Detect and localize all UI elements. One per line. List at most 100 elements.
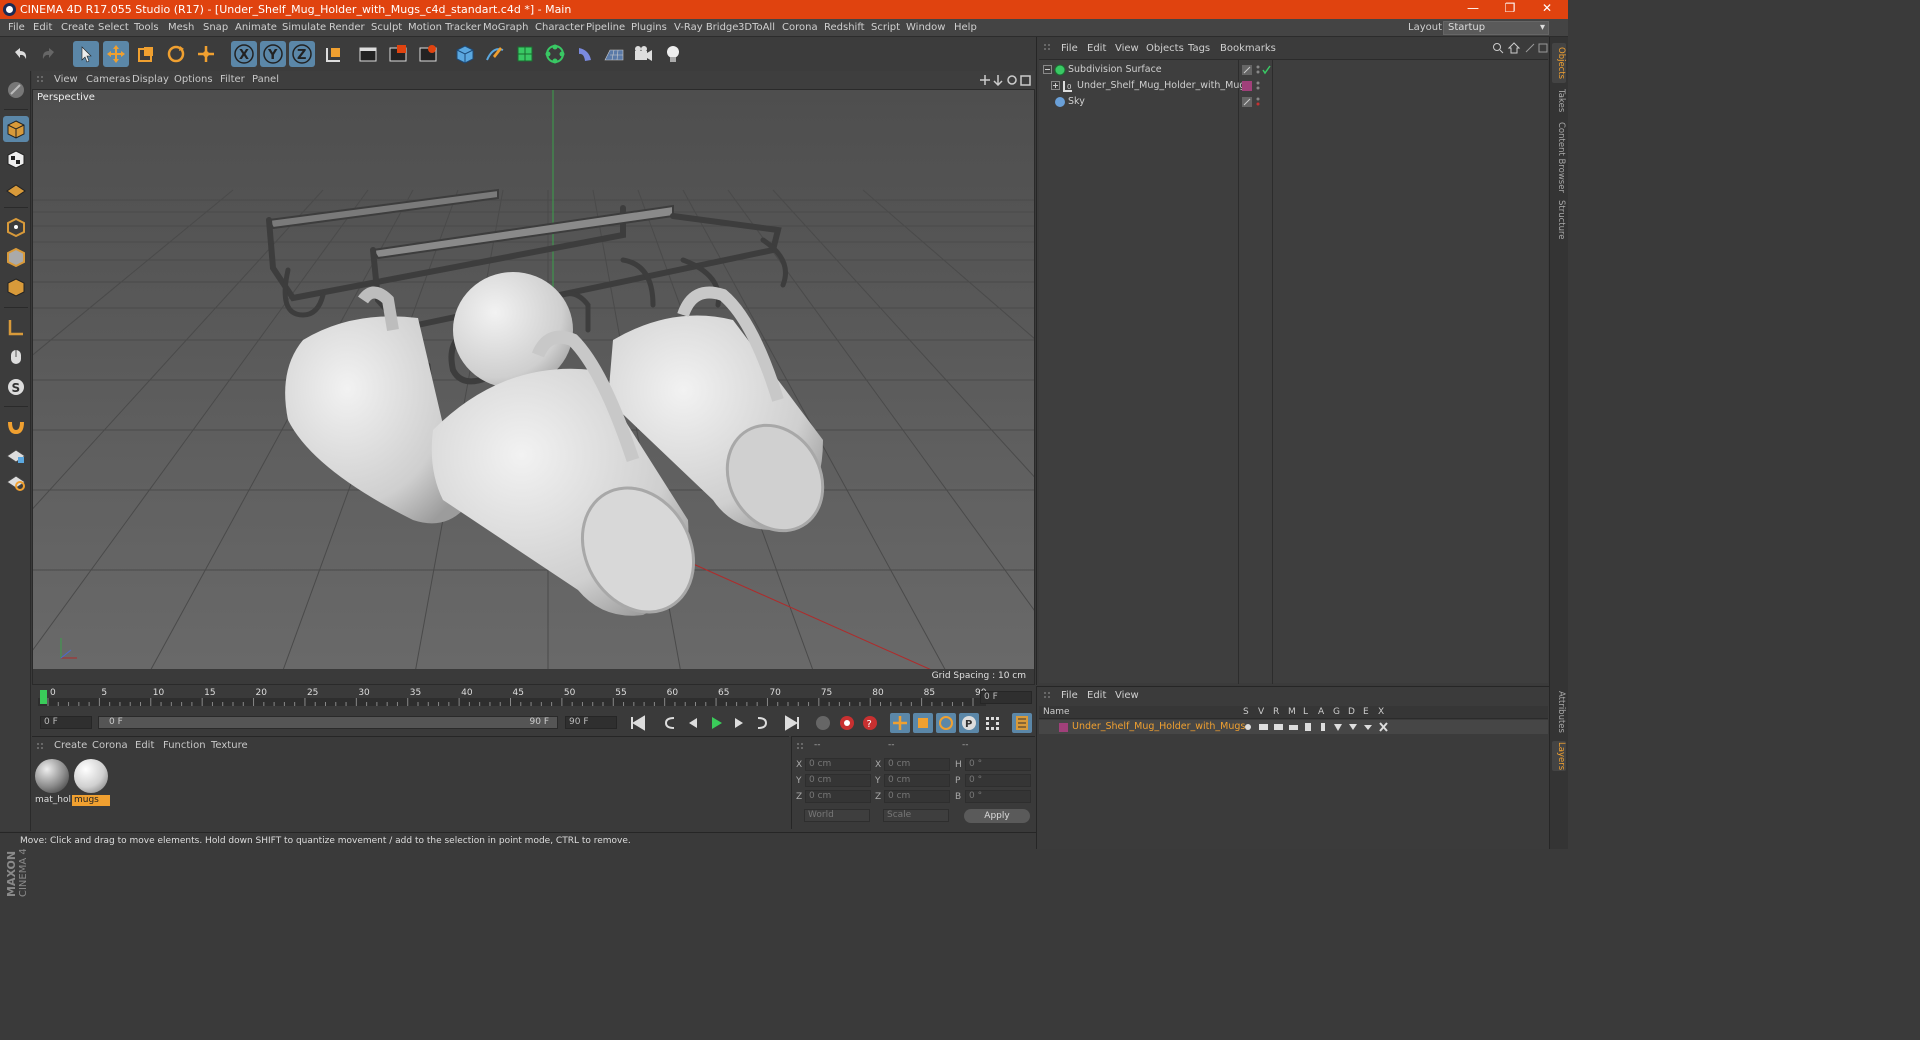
material-menu-edit[interactable]: Edit — [135, 740, 154, 751]
object-visibility-flags[interactable] — [1242, 96, 1272, 108]
viewport-menu-view[interactable]: View — [54, 74, 78, 85]
autokey-icon[interactable]: ? — [860, 713, 880, 733]
menu-pipeline[interactable]: Pipeline — [586, 22, 625, 33]
layer-col-animation[interactable]: A — [1318, 707, 1324, 717]
rotation-h-field[interactable]: 0 ° — [965, 758, 1031, 771]
expand-icon[interactable] — [1051, 81, 1061, 91]
menu-motion-tracker[interactable]: Motion Tracker — [408, 22, 481, 33]
menu-script[interactable]: Script — [871, 22, 900, 33]
viewport-menu-display[interactable]: Display — [132, 74, 169, 85]
layer-col-locked[interactable]: L — [1303, 707, 1308, 717]
current-frame-field[interactable]: 0 F — [980, 691, 1032, 704]
scale-icon[interactable] — [133, 41, 159, 67]
menu-tools[interactable]: Tools — [134, 22, 159, 33]
object-row-mug-holder[interactable]: 0 Under_Shelf_Mug_Holder_with_Mugs — [1039, 78, 1548, 94]
axis-mode-icon[interactable] — [3, 314, 29, 340]
quantize-icon[interactable] — [3, 469, 29, 495]
layout-dropdown[interactable]: Startup — [1443, 21, 1549, 35]
next-frame-icon[interactable] — [729, 713, 749, 733]
menu-redshift[interactable]: Redshift — [824, 22, 865, 33]
previous-frame-icon[interactable] — [683, 713, 703, 733]
key-parameter-icon[interactable]: P — [959, 713, 979, 733]
layer-col-view[interactable]: V — [1258, 707, 1264, 717]
frame-range-slider[interactable]: 0 F 90 F — [98, 716, 558, 729]
end-frame-field[interactable]: 90 F — [565, 716, 617, 729]
edit-render-settings-icon[interactable] — [415, 41, 441, 67]
object-visibility-flags[interactable] — [1242, 64, 1272, 76]
tab-layers[interactable]: Layers — [1552, 741, 1566, 771]
material-menu-function[interactable]: Function — [163, 740, 206, 751]
tab-attributes[interactable]: Attributes — [1552, 689, 1566, 735]
coordinate-system-icon[interactable] — [320, 41, 346, 67]
object-menu-file[interactable]: File — [1061, 43, 1078, 54]
render-picture-viewer-icon[interactable] — [385, 41, 411, 67]
layer-menu-edit[interactable]: Edit — [1087, 690, 1106, 701]
size-z-field[interactable]: 0 cm — [884, 790, 950, 803]
workplane-icon[interactable] — [3, 176, 29, 202]
material-menu-texture[interactable]: Texture — [211, 740, 248, 751]
y-axis-lock-button[interactable]: Y — [260, 41, 286, 67]
rotation-b-field[interactable]: 0 ° — [965, 790, 1031, 803]
object-menu-view[interactable]: View — [1115, 43, 1139, 54]
layer-col-expressions[interactable]: E — [1363, 707, 1369, 717]
menu-help[interactable]: Help — [954, 22, 977, 33]
texture-mode-icon[interactable] — [3, 146, 29, 172]
layer-col-xref[interactable]: X — [1378, 707, 1384, 717]
menu-vray-bridge[interactable]: V-Ray Bridge — [674, 22, 738, 33]
minimize-button[interactable]: — — [1458, 1, 1488, 15]
menu-file[interactable]: File — [8, 22, 25, 33]
menu-mograph[interactable]: MoGraph — [483, 22, 528, 33]
layer-menu-view[interactable]: View — [1115, 690, 1139, 701]
viewport-menu-options[interactable]: Options — [174, 74, 213, 85]
viewport-nav-icons[interactable] — [980, 74, 1032, 86]
layer-row[interactable]: Under_Shelf_Mug_Holder_with_Mugs — [1039, 720, 1548, 734]
layer-col-manager[interactable]: M — [1288, 707, 1296, 717]
menu-plugins[interactable]: Plugins — [631, 22, 667, 33]
expand-icon[interactable] — [1043, 65, 1053, 75]
menu-create[interactable]: Create — [61, 22, 94, 33]
pen-spline-icon[interactable] — [482, 41, 508, 67]
menu-sculpt[interactable]: Sculpt — [371, 22, 402, 33]
size-mode-dropdown[interactable]: Scale — [883, 809, 949, 822]
menu-corona[interactable]: Corona — [782, 22, 818, 33]
solo-icon[interactable]: S — [3, 374, 29, 400]
move-icon[interactable] — [103, 41, 129, 67]
redo-icon[interactable] — [36, 41, 62, 67]
tab-objects[interactable]: Objects — [1552, 43, 1566, 83]
close-button[interactable]: ✕ — [1532, 1, 1562, 15]
menu-simulate[interactable]: Simulate — [282, 22, 326, 33]
menu-3dtoall[interactable]: 3DToAll — [738, 22, 775, 33]
material-swatch-mat-hol[interactable]: mat_hol — [33, 759, 71, 807]
snap-icon[interactable] — [3, 413, 29, 439]
menu-character[interactable]: Character — [535, 22, 584, 33]
layer-col-render[interactable]: R — [1273, 707, 1279, 717]
points-mode-icon[interactable] — [3, 214, 29, 240]
key-pla-icon[interactable] — [982, 713, 1002, 733]
layer-col-deformers[interactable]: D — [1348, 707, 1355, 717]
timeline-window-icon[interactable] — [1012, 713, 1032, 733]
x-axis-lock-button[interactable]: X — [231, 41, 257, 67]
edges-mode-icon[interactable] — [3, 244, 29, 270]
timeline-ruler[interactable]: 051015202530354045505560657075808590 0 F — [32, 686, 1035, 712]
object-menu-bookmarks[interactable]: Bookmarks — [1220, 43, 1276, 54]
cube-icon[interactable] — [452, 41, 478, 67]
make-editable-icon[interactable] — [3, 77, 29, 103]
move-recent-icon[interactable] — [193, 41, 219, 67]
size-x-field[interactable]: 0 cm — [884, 758, 950, 771]
tab-takes[interactable]: Takes — [1552, 87, 1566, 115]
deformer-icon[interactable] — [572, 41, 598, 67]
play-icon[interactable] — [706, 713, 726, 733]
menu-mesh[interactable]: Mesh — [168, 22, 194, 33]
object-manager-nav-icons[interactable] — [1492, 42, 1548, 54]
restore-button[interactable]: ❐ — [1495, 1, 1525, 15]
key-scale-icon[interactable] — [913, 713, 933, 733]
go-to-end-icon[interactable] — [782, 713, 802, 733]
tweak-icon[interactable] — [3, 344, 29, 370]
menu-snap[interactable]: Snap — [203, 22, 228, 33]
start-frame-field[interactable]: 0 F — [40, 716, 92, 729]
light-icon[interactable] — [660, 41, 686, 67]
record-off-icon[interactable] — [813, 713, 833, 733]
rotate-icon[interactable] — [163, 41, 189, 67]
rotation-p-field[interactable]: 0 ° — [965, 774, 1031, 787]
scene-render[interactable] — [33, 90, 1034, 684]
